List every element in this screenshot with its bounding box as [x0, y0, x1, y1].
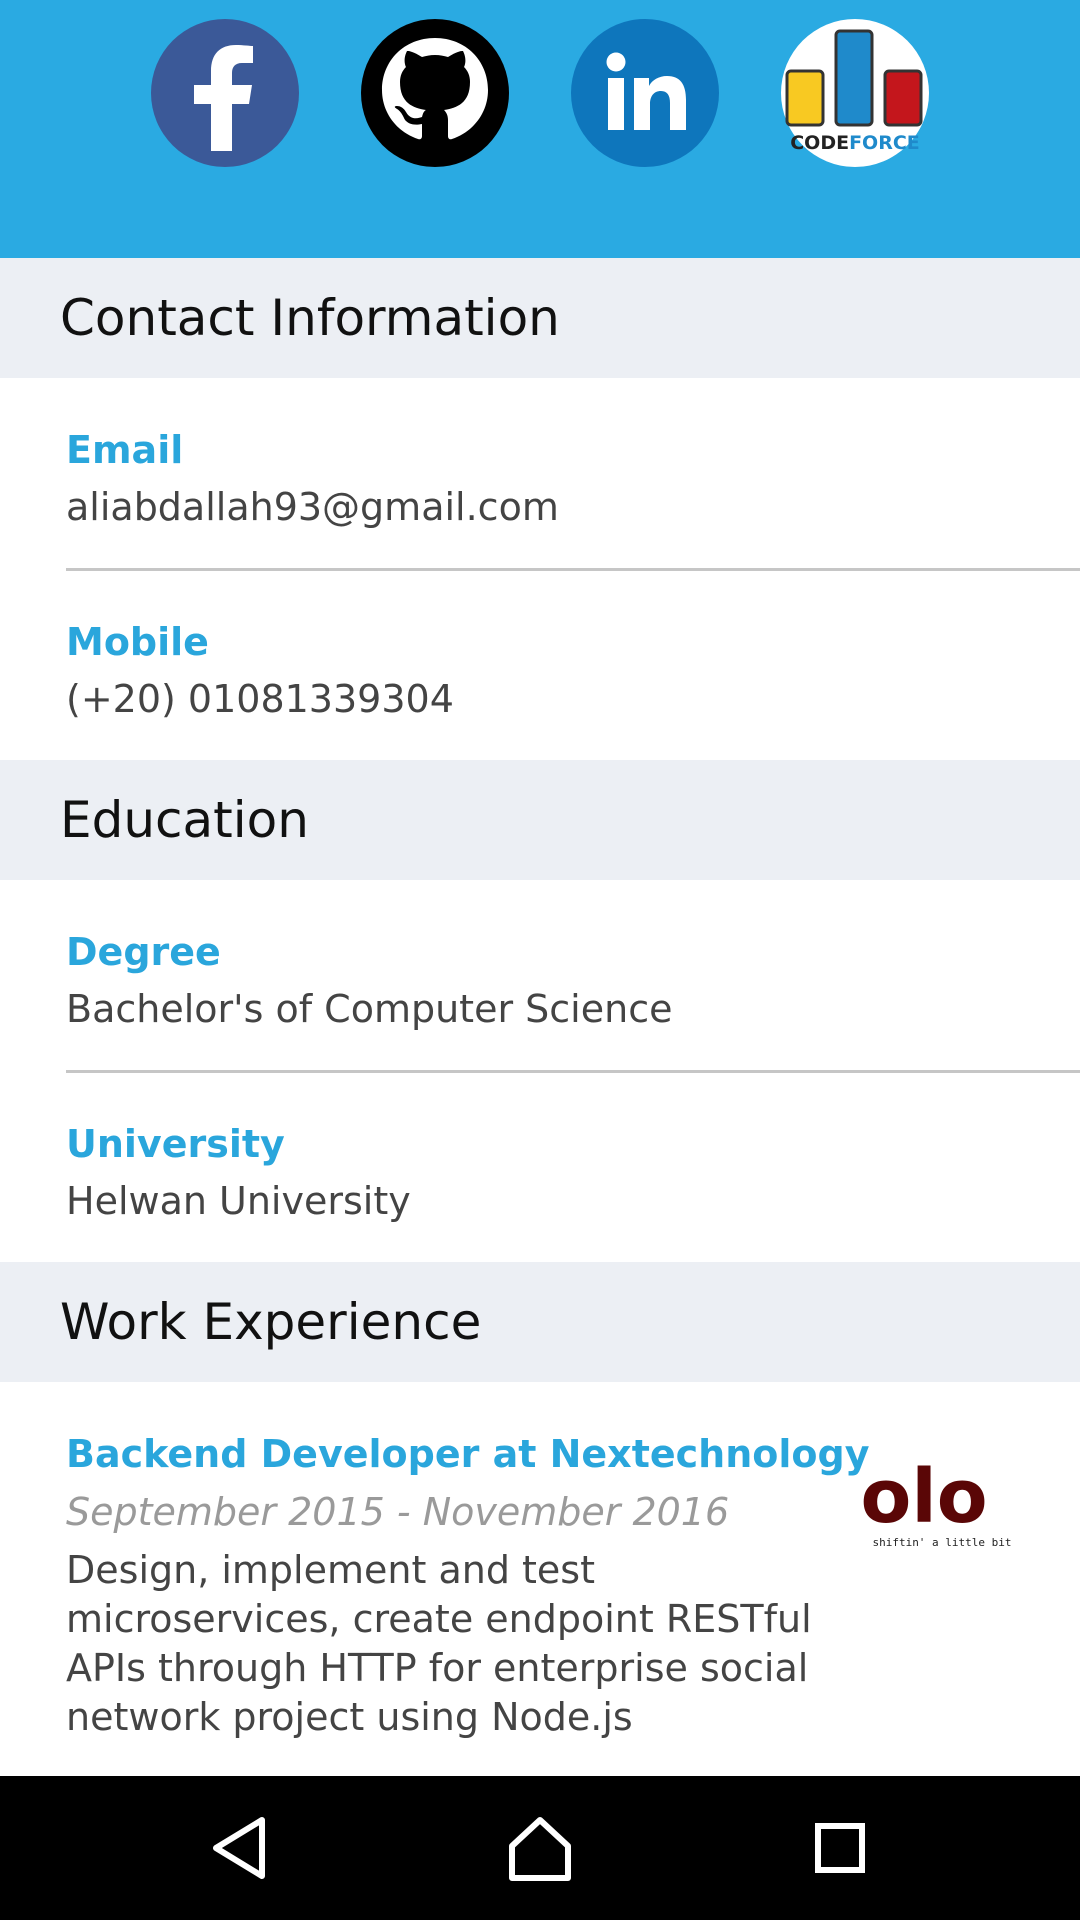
- social-header: CODEFORCE: [0, 0, 1080, 258]
- work-section-header: Work Experience: [0, 1262, 1080, 1382]
- codeforces-force-text: FORCE: [849, 132, 920, 154]
- company-logo: olo shiftin' a little bit: [862, 1448, 1030, 1552]
- work-section-title: Work Experience: [60, 1293, 482, 1351]
- mobile-label: Mobile: [66, 620, 209, 664]
- education-section-title: Education: [60, 791, 309, 849]
- svg-text:CODEFORCE: CODEFORCE: [790, 132, 920, 154]
- education-section-header: Education: [0, 760, 1080, 880]
- codeforces-code-text: CODE: [790, 132, 849, 154]
- divider: [66, 1070, 1080, 1073]
- company-logo-text: olo: [862, 1454, 988, 1540]
- mobile-value[interactable]: (+20) 01081339304: [66, 677, 454, 721]
- company-logo-tagline: shiftin' a little bit: [872, 1536, 1011, 1549]
- degree-label: Degree: [66, 930, 221, 974]
- job-description: Design, implement and test microservices…: [66, 1548, 812, 1739]
- contact-section-header: Contact Information: [0, 258, 1080, 378]
- job-dates: September 2015 - November 2016: [66, 1490, 730, 1534]
- recents-icon[interactable]: [790, 1798, 890, 1898]
- email-label: Email: [66, 428, 184, 472]
- home-icon[interactable]: [490, 1798, 590, 1898]
- job-title: Backend Developer at Nextechnology: [66, 1432, 870, 1476]
- back-icon[interactable]: [190, 1798, 290, 1898]
- degree-value: Bachelor's of Computer Science: [66, 987, 673, 1031]
- system-nav-bar: [0, 1776, 1080, 1920]
- linkedin-icon[interactable]: [570, 18, 720, 168]
- github-icon[interactable]: [360, 18, 510, 168]
- contact-section-title: Contact Information: [60, 289, 560, 347]
- codeforces-icon[interactable]: CODEFORCE: [780, 18, 930, 168]
- email-value[interactable]: aliabdallah93@gmail.com: [66, 485, 559, 529]
- divider: [66, 568, 1080, 571]
- university-label: University: [66, 1122, 285, 1166]
- university-value: Helwan University: [66, 1179, 411, 1223]
- facebook-icon[interactable]: [150, 18, 300, 168]
